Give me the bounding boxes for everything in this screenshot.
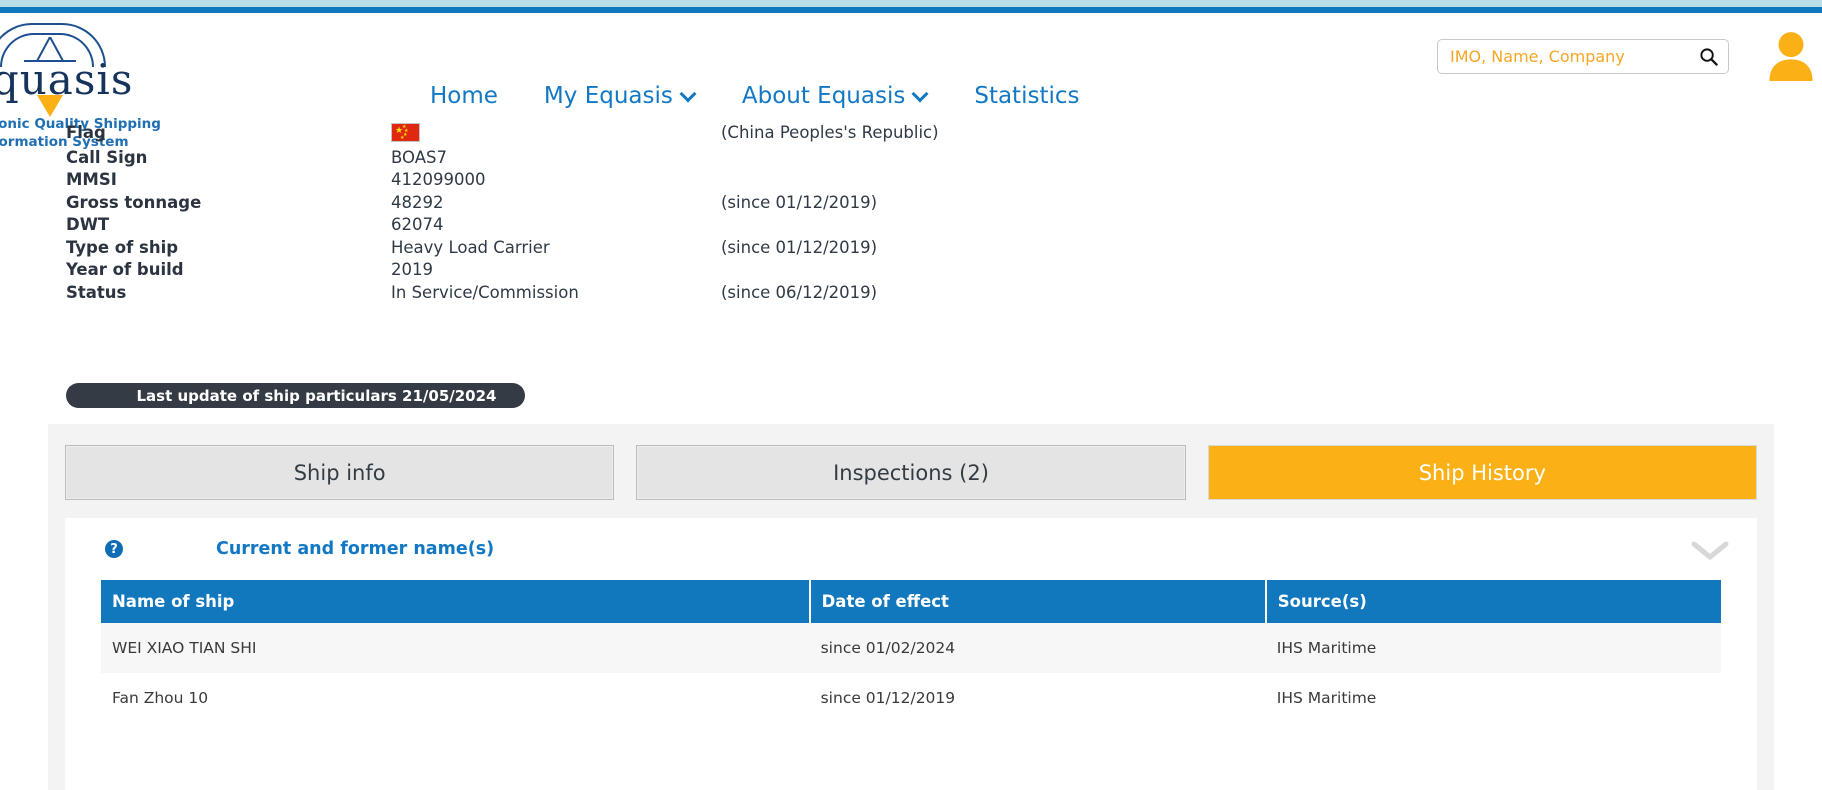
particular-label: MMSI: [66, 170, 117, 190]
particular-label: Call Sign: [66, 147, 148, 167]
main-navigation: Home My Equasis About Equasis Statistics: [430, 83, 1079, 109]
ship-detail-panel: Ship info Inspections (2) Ship History ?…: [48, 424, 1774, 790]
nav-item-home-label: Home: [430, 83, 498, 109]
nav-item-statistics-label: Statistics: [974, 83, 1080, 109]
particular-row-type-of-ship: Type of ship Heavy Load Carrier (since 0…: [0, 236, 1822, 259]
particular-row-year-of-build: Year of build 2019: [0, 259, 1822, 282]
equasis-logo[interactable]: equasis Electronic Quality Shipping Info…: [0, 17, 161, 150]
particular-value: 48292: [391, 192, 444, 212]
column-header-sources[interactable]: Source(s): [1265, 580, 1721, 623]
particular-value: 2019: [391, 260, 433, 280]
section-title[interactable]: Current and former name(s): [216, 539, 494, 559]
particular-note: (since 06/12/2019): [721, 282, 878, 302]
china-flag-icon: ★ ★ ★ ★ ★: [391, 122, 420, 142]
nav-item-my-equasis-label: My Equasis: [543, 83, 673, 109]
help-question-icon[interactable]: ?: [105, 540, 123, 558]
particular-note: (since 01/12/2019): [721, 237, 878, 257]
logo-wordmark: equasis: [0, 55, 134, 104]
search-button[interactable]: [1688, 40, 1728, 73]
tab-bar: Ship info Inspections (2) Ship History: [48, 424, 1774, 500]
particular-value: ★ ★ ★ ★ ★: [391, 122, 721, 142]
column-header-date-of-effect[interactable]: Date of effect: [809, 580, 1267, 623]
table-row: Fan Zhou 10 since 01/12/2019 IHS Maritim…: [101, 673, 1721, 723]
particular-label: Flag: [66, 122, 106, 142]
tab-ship-history[interactable]: Ship History: [1207, 445, 1757, 500]
particular-row-flag: Flag ★ ★ ★ ★ ★ (China Peoples's Republic…: [0, 118, 1822, 146]
particular-value: 412099000: [391, 170, 486, 190]
user-avatar-icon[interactable]: [1768, 31, 1814, 81]
particular-label: DWT: [66, 215, 110, 235]
table-row: WEI XIAO TIAN SHI since 01/02/2024 IHS M…: [101, 623, 1721, 673]
card-header: ? Current and former name(s): [65, 518, 1757, 580]
cell-name-of-ship: WEI XIAO TIAN SHI: [101, 623, 810, 673]
column-header-name-of-ship[interactable]: Name of ship: [101, 580, 811, 623]
search-box[interactable]: [1437, 39, 1729, 74]
cell-source: IHS Maritime: [1276, 689, 1377, 707]
cell-name-of-ship: Fan Zhou 10: [112, 689, 209, 707]
ship-particulars: Flag ★ ★ ★ ★ ★ (China Peoples's Republic…: [0, 118, 1822, 304]
chevron-down-icon: [914, 87, 928, 101]
particular-row-call-sign: Call Sign BOAS7: [0, 146, 1822, 169]
names-table: Name of ship Date of effect Source(s) WE…: [101, 580, 1721, 723]
particular-value: 62074: [391, 215, 444, 235]
particular-label: Gross tonnage: [66, 192, 202, 212]
tab-ship-history-label: Ship History: [1418, 460, 1546, 485]
particular-label: Type of ship: [66, 237, 179, 257]
last-update-banner: Last update of ship particulars 21/05/20…: [66, 383, 525, 408]
tab-inspections[interactable]: Inspections (2): [636, 445, 1186, 500]
particular-note: (China Peoples's Republic): [721, 122, 939, 142]
nav-item-home[interactable]: Home: [430, 83, 498, 109]
cell-date-of-effect: since 01/02/2024: [809, 623, 1266, 673]
nav-item-my-equasis[interactable]: My Equasis: [544, 83, 696, 109]
table-header-row: Name of ship Date of effect Source(s): [101, 580, 1721, 623]
search-icon: [1699, 48, 1718, 66]
search-input[interactable]: [1438, 47, 1688, 66]
particular-value: In Service/Commission: [391, 282, 579, 302]
tab-ship-info[interactable]: Ship info: [65, 445, 615, 500]
particular-row-status: Status In Service/Commission (since 06/1…: [0, 281, 1822, 304]
site-header: equasis Electronic Quality Shipping Info…: [0, 13, 1822, 150]
particular-value: BOAS7: [391, 147, 447, 167]
nav-item-about-equasis-label: About Equasis: [741, 83, 906, 109]
nav-item-statistics[interactable]: Statistics: [974, 83, 1079, 109]
logo-triangle-icon: [37, 95, 63, 117]
tab-inspections-label: Inspections (2): [833, 460, 989, 485]
tab-ship-info-label: Ship info: [293, 460, 386, 485]
particular-note: (since 01/12/2019): [721, 192, 878, 212]
nav-item-about-equasis[interactable]: About Equasis: [742, 83, 928, 109]
particular-label: Status: [66, 282, 127, 302]
flag-star-small-4: ★: [400, 134, 405, 141]
particular-row-gross-tonnage: Gross tonnage 48292 (since 01/12/2019): [0, 191, 1822, 214]
cell-date-of-effect: since 01/12/2019: [820, 689, 956, 707]
cell-source: IHS Maritime: [1265, 623, 1721, 673]
top-accent-band: [0, 0, 1822, 7]
particular-value: Heavy Load Carrier: [391, 237, 550, 257]
particular-row-dwt: DWT 62074: [0, 214, 1822, 237]
current-and-former-names-card: ? Current and former name(s) Name of shi…: [65, 518, 1757, 790]
particular-row-mmsi: MMSI 412099000: [0, 169, 1822, 192]
particular-label: Year of build: [66, 260, 184, 280]
chevron-down-icon: [682, 87, 696, 101]
chevron-down-icon[interactable]: [1689, 538, 1731, 562]
